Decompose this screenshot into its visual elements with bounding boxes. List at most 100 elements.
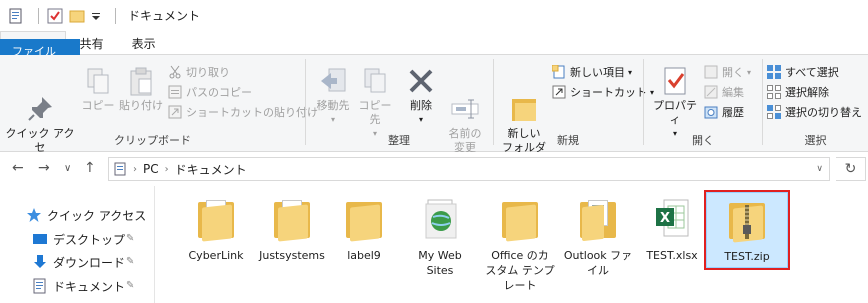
file-name: label9 [347,249,381,262]
open-label: 開く [722,66,744,79]
dropdown-arrow-icon: ▾ [747,67,752,77]
customize-toolbar-icon[interactable] [91,8,101,24]
paste-shortcut-label: ショートカットの貼り付け [186,106,318,119]
properties-button[interactable]: プロパティ ▾ [648,65,702,141]
open-button[interactable]: 開く ▾ [704,63,751,81]
pin-icon: ✎ [126,233,135,244]
new-folder-icon[interactable] [69,8,85,24]
star-icon [26,207,42,223]
select-all-label: すべて選択 [785,66,839,79]
paste-icon [125,65,157,97]
copy-to-button[interactable]: コピー先 ▾ [354,65,396,141]
organize-group: 移動先 ▾ コピー先 ▾ 削除 ▾ 名前の 変更 整理 [306,57,492,154]
pin-icon: ✎ [126,280,135,291]
file-item-office-templates[interactable]: Office のカ スタム テンプ レート [480,194,560,293]
move-to-label: 移動先 [316,99,350,112]
breadcrumb-separator-icon[interactable]: › [133,164,137,175]
history-button[interactable]: 履歴 [704,103,744,121]
file-name: My Web Sites [418,249,462,277]
recent-locations-chevron-icon[interactable]: ∨ [64,163,71,174]
forward-arrow-icon[interactable]: → [38,160,50,176]
checkmark-properties-icon[interactable] [47,8,63,24]
file-item-cyberlink[interactable]: CyberLink [176,194,256,263]
invert-selection-icon [767,105,781,119]
shortcut-label: ショートカット [570,86,647,99]
excel-file-icon: X [648,196,696,242]
file-item-test-zip[interactable]: TEST.zip [704,190,790,270]
edit-icon [704,85,718,99]
dropdown-arrow-icon: ▾ [330,115,335,124]
svg-text:X: X [660,211,670,226]
select-all-icon [767,65,781,79]
new-item-icon [551,64,566,79]
copy-path-button[interactable]: パスのコピー [168,83,252,101]
delete-label: 削除 [410,99,432,112]
copy-label: コピー [81,99,115,112]
title-bar: ドキュメント [0,0,868,31]
breadcrumb-current[interactable]: ドキュメント [175,161,247,178]
invert-selection-button[interactable]: 選択の切り替え [767,103,862,121]
nav-item-desktop[interactable]: デスクトップ [32,228,125,250]
tab-view[interactable]: 表示 [118,31,170,55]
file-item-outlook-files[interactable]: Outlook ファ イル [558,194,638,278]
file-name: CyberLink [188,249,244,262]
properties-label: プロパティ [653,99,697,126]
properties-icon[interactable] [8,8,24,24]
file-name: Justsystems [259,249,325,262]
breadcrumb-pc[interactable]: PC [143,162,159,176]
shortcut-button[interactable]: ショートカット ▾ [552,83,654,101]
back-arrow-icon[interactable]: ← [12,160,24,176]
select-group: すべて選択 選択解除 選択の切り替え 選択 [763,57,868,150]
dropdown-arrow-icon: ▾ [418,115,423,124]
new-group: 新しい フォルダー 新しい項目 ▾ ショートカット ▾ 新規 [494,57,654,168]
web-folder-icon [416,196,464,242]
shortcut-icon [552,85,566,99]
new-group-label: 新規 [557,134,579,147]
file-name: TEST.zip [724,250,770,263]
select-none-button[interactable]: 選択解除 [767,83,829,101]
copy-path-icon [168,85,182,99]
clipboard-group-label: クリップボード [114,134,191,147]
copy-button[interactable]: コピー [80,65,116,113]
invert-selection-label: 選択の切り替え [785,106,862,119]
file-item-my-web-sites[interactable]: My Web Sites [400,194,480,278]
quick-access-toolbar: ドキュメント [8,0,200,31]
nav-item-quick-access[interactable]: クイック アクセス [26,204,146,226]
edit-button[interactable]: 編集 [704,83,744,101]
zip-folder-icon [723,197,771,243]
nav-item-documents[interactable]: ドキュメント [32,275,125,297]
navigation-bar: ← → ∨ ↑ › PC › ドキュメント ∨ ↻ [0,152,868,186]
up-arrow-icon[interactable]: ↑ [84,160,96,176]
new-item-button[interactable]: 新しい項目 ▾ [551,63,632,81]
delete-button[interactable]: 削除 ▾ [402,65,440,127]
folder-with-documents-icon [574,196,622,242]
file-item-test-xlsx[interactable]: X TEST.xlsx [632,194,712,263]
history-icon [704,105,718,119]
rename-icon [449,79,481,119]
nav-item-label: ドキュメント [53,279,126,294]
paste-shortcut-button[interactable]: ショートカットの貼り付け [168,103,318,121]
address-dropdown-icon[interactable]: ∨ [816,164,823,174]
nav-item-downloads[interactable]: ダウンロード [32,251,125,273]
address-bar[interactable]: › PC › ドキュメント ∨ [108,157,830,181]
selection-highlight: TEST.zip [706,192,788,268]
delete-x-icon [405,65,437,97]
move-to-button[interactable]: 移動先 ▾ [312,65,354,127]
cut-button[interactable]: 切り取り [168,63,230,81]
ribbon-tabs: ファイル ホーム 共有 表示 [0,31,868,63]
refresh-button[interactable]: ↻ [836,157,866,181]
breadcrumb-separator-icon[interactable]: › [165,164,169,175]
copy-to-label: コピー先 [358,99,392,126]
edit-label: 編集 [722,86,744,99]
paste-button[interactable]: 貼り付け [118,65,164,113]
pin-icon [24,79,56,121]
download-arrow-icon [32,254,48,270]
cut-label: 切り取り [186,66,230,79]
move-to-icon [317,65,349,97]
folder-icon [268,196,316,242]
file-name: TEST.xlsx [646,249,698,262]
file-item-justsystems[interactable]: Justsystems [252,194,332,263]
file-item-label9[interactable]: label9 [324,194,404,263]
documents-location-icon [113,162,127,176]
select-all-button[interactable]: すべて選択 [767,63,839,81]
